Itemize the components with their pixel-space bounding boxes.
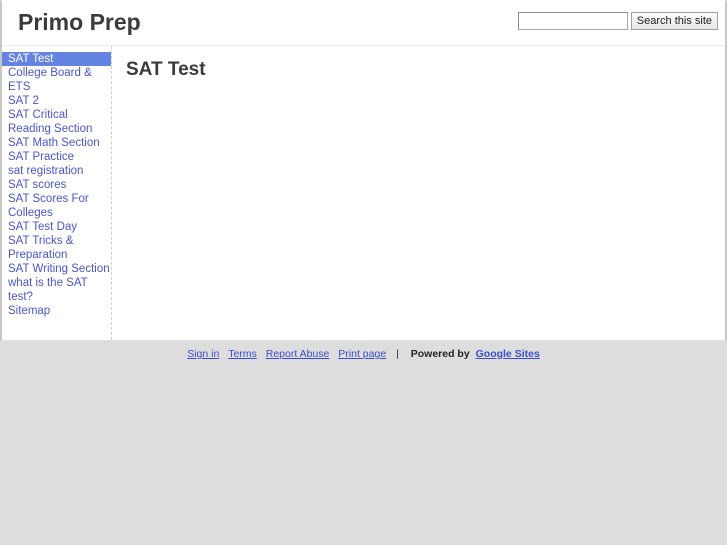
search-button[interactable]: Search this site [630, 12, 718, 30]
site-header: Primo Prep Search this site [0, 0, 727, 45]
sidebar-item-sat-tricks-preparation[interactable]: SAT Tricks & Preparation [2, 234, 111, 262]
sidebar-item-what-is-the-sat-test[interactable]: what is the SAT test? [2, 276, 111, 304]
site-title: Primo Prep [18, 9, 141, 35]
sidebar-item: SAT Practice [2, 150, 111, 164]
footer-link-terms[interactable]: Terms [228, 348, 257, 360]
sidebar-item: SAT Critical Reading Section [2, 108, 111, 136]
sidebar-item-sat-2[interactable]: SAT 2 [2, 94, 111, 108]
sidebar-item: SAT Tricks & Preparation [2, 234, 111, 262]
site-search: Search this site [517, 12, 718, 30]
sidebar-item-sat-writing-section[interactable]: SAT Writing Section [2, 262, 111, 276]
sidebar-item: SAT Math Section [2, 136, 111, 150]
sidebar-item: SAT Scores For Colleges [2, 192, 111, 220]
search-input[interactable] [517, 12, 628, 30]
sidebar-item: sat registration [2, 164, 111, 178]
footer-link-sign-in[interactable]: Sign in [187, 348, 219, 360]
page-body [126, 92, 711, 262]
sidebar-item-sat-critical-reading-section[interactable]: SAT Critical Reading Section [2, 108, 111, 136]
sidebar-item: SAT Writing Section [2, 262, 111, 276]
sidebar-item: SAT Test Day [2, 220, 111, 234]
sidebar-item: Sitemap [2, 304, 111, 318]
sidebar-item-sitemap[interactable]: Sitemap [2, 304, 111, 318]
sidebar-item: SAT scores [2, 178, 111, 192]
sidebar-item-sat-registration[interactable]: sat registration [2, 164, 111, 178]
page-title: SAT Test [126, 59, 206, 80]
sidebar-item: College Board & ETS [2, 66, 111, 94]
sidebar-item-sat-test[interactable]: SAT Test [2, 52, 111, 66]
sidebar-item: SAT Test [2, 52, 111, 66]
sidebar-nav-list: SAT Test College Board & ETS SAT 2 SAT Crit… [2, 52, 111, 318]
footer-separator: | [396, 348, 399, 360]
sidebar: SAT Test College Board & ETS SAT 2 SAT Crit… [2, 46, 112, 340]
sidebar-item-sat-scores[interactable]: SAT scores [2, 178, 111, 192]
footer-link-print-page[interactable]: Print page [338, 348, 386, 360]
sidebar-item: what is the SAT test? [2, 276, 111, 304]
site-footer: Sign in Terms Report Abuse Print page | … [0, 341, 727, 363]
sidebar-item-sat-test-day[interactable]: SAT Test Day [2, 220, 111, 234]
sidebar-item-sat-math-section[interactable]: SAT Math Section [2, 136, 111, 150]
sidebar-item-sat-practice[interactable]: SAT Practice [2, 150, 111, 164]
powered-by-label: Powered by [410, 348, 470, 360]
sidebar-item-college-board-ets[interactable]: College Board & ETS [2, 66, 111, 94]
body-row: SAT Test College Board & ETS SAT 2 SAT Crit… [0, 46, 727, 341]
site-container: Primo Prep Search this site SAT Test Coll… [0, 0, 727, 341]
google-sites-link[interactable]: Google Sites [476, 348, 540, 360]
sidebar-item: SAT 2 [2, 94, 111, 108]
footer-links: Sign in Terms Report Abuse Print page | … [184, 347, 543, 361]
sidebar-item-sat-scores-for-colleges[interactable]: SAT Scores For Colleges [2, 192, 111, 220]
footer-link-report-abuse[interactable]: Report Abuse [266, 348, 330, 360]
main-content: SAT Test [112, 46, 725, 340]
